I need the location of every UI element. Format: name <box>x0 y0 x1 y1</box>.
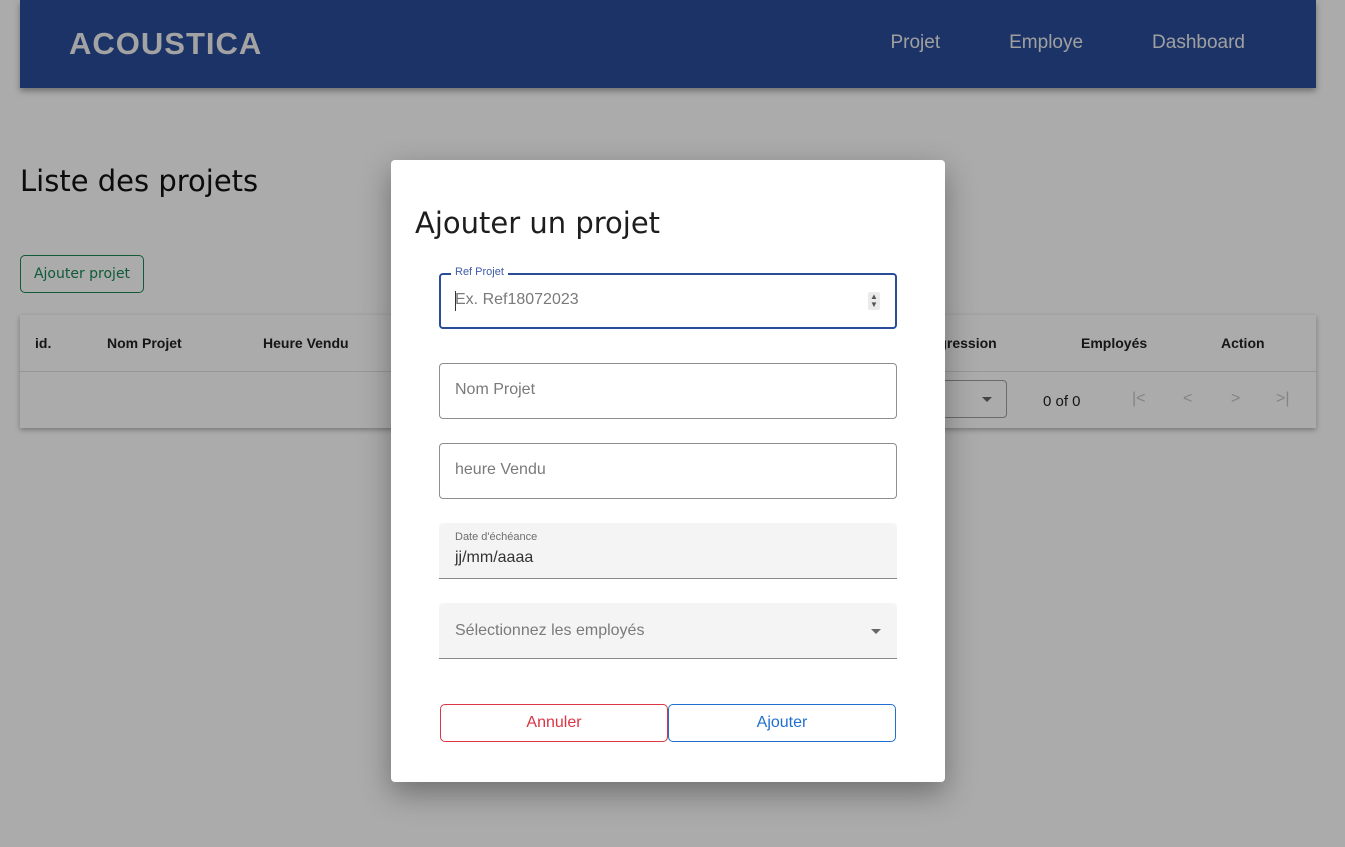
date-echeance-label: Date d'échéance <box>455 531 538 543</box>
dialog-title: Ajouter un projet <box>415 206 661 240</box>
nom-projet-field[interactable]: Nom Projet <box>439 363 897 419</box>
add-project-dialog: Ajouter un projet Ref Projet Ex. Ref1807… <box>391 160 945 782</box>
nom-projet-placeholder: Nom Projet <box>455 381 536 398</box>
date-echeance-field[interactable]: Date d'échéance jj/mm/aaaa <box>439 523 897 579</box>
employes-select-placeholder: Sélectionnez les employés <box>455 622 645 639</box>
date-echeance-value: jj/mm/aaaa <box>455 549 534 566</box>
cancel-button[interactable]: Annuler <box>440 704 668 742</box>
number-spinner-icon[interactable]: ▲ ▼ <box>868 292 880 310</box>
ref-projet-label: Ref Projet <box>451 266 508 278</box>
dropdown-arrow-icon <box>871 629 881 634</box>
heure-vendu-field[interactable]: heure Vendu <box>439 443 897 499</box>
heure-vendu-placeholder: heure Vendu <box>455 461 546 478</box>
ref-projet-field[interactable]: Ref Projet Ex. Ref18072023 ▲ ▼ <box>439 266 897 329</box>
submit-button[interactable]: Ajouter <box>668 704 896 742</box>
ref-projet-placeholder: Ex. Ref18072023 <box>455 291 579 308</box>
employes-select[interactable]: Sélectionnez les employés <box>439 603 897 659</box>
